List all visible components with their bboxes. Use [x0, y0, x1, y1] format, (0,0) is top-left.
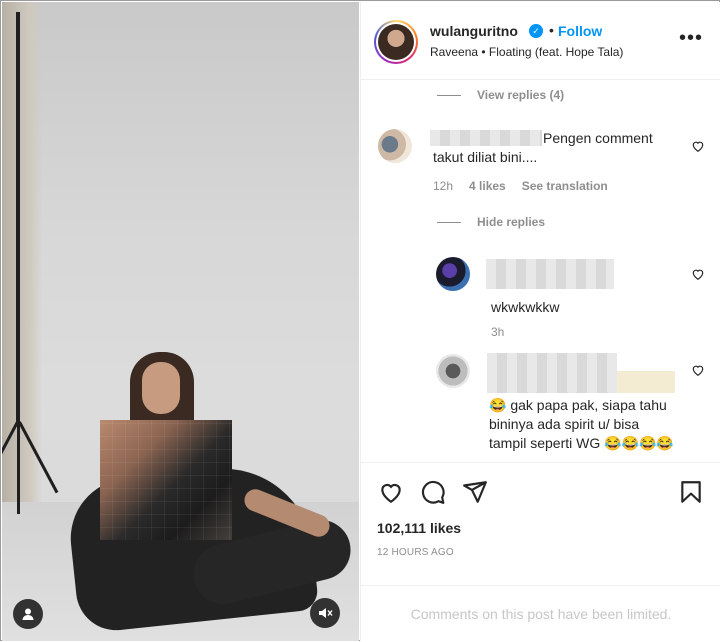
view-replies-button[interactable]: View replies (4): [437, 88, 564, 102]
post-video[interactable]: [2, 2, 359, 641]
mute-icon: [319, 608, 333, 618]
reply-avatar[interactable]: [436, 257, 470, 291]
comments-list[interactable]: View replies (4) Pengen comment takut di…: [361, 81, 720, 462]
share-icon[interactable]: [462, 479, 488, 505]
divider: [437, 94, 461, 96]
username[interactable]: wulanguritno: [430, 23, 518, 39]
reply-text: 😂 gak papa pak, siapa tahu bininya ada s…: [489, 397, 674, 451]
comments-limited-notice: Comments on this post have been limited.: [361, 585, 720, 641]
separator-dot: •: [549, 22, 554, 38]
tagged-user-button[interactable]: [13, 599, 43, 629]
reply-meta: 3h: [491, 325, 504, 339]
avatar[interactable]: [374, 20, 418, 64]
censor-pixelation: [100, 420, 232, 540]
mute-button[interactable]: [310, 598, 340, 628]
comment-meta: 12h 4 likes See translation: [433, 179, 608, 193]
post-actions: 102,111 likes 12 HOURS AGO: [361, 462, 720, 582]
comment-avatar[interactable]: [378, 129, 412, 163]
comment-time: 12h: [433, 179, 454, 193]
reply-username-redacted[interactable]: [486, 259, 614, 289]
post-side-panel: wulanguritno ✓ • Follow Raveena • Floati…: [360, 2, 720, 641]
reply-time: 3h: [491, 325, 505, 339]
audio-link[interactable]: Raveena • Floating (feat. Hope Tala): [430, 45, 623, 59]
reply-username-redacted[interactable]: [487, 353, 617, 393]
bookmark-icon[interactable]: [678, 479, 704, 505]
light-stand-leg: [17, 422, 20, 514]
user-icon: [22, 608, 34, 620]
post-frame: wulanguritno ✓ • Follow Raveena • Floati…: [0, 0, 720, 641]
likes-count[interactable]: 102,111 likes: [377, 520, 461, 536]
reply-text: wkwkwkkw: [491, 299, 560, 315]
heart-icon[interactable]: [691, 363, 705, 377]
follow-button[interactable]: Follow: [558, 23, 602, 39]
comment-icon[interactable]: [420, 479, 446, 505]
post-time: 12 HOURS AGO: [377, 547, 454, 558]
post-header: wulanguritno ✓ • Follow Raveena • Floati…: [361, 2, 720, 80]
see-translation-link[interactable]: See translation: [522, 179, 608, 193]
heart-icon[interactable]: [691, 267, 705, 281]
hide-replies-label: Hide replies: [477, 215, 546, 229]
hide-replies-button[interactable]: Hide replies: [437, 215, 545, 229]
more-icon[interactable]: •••: [679, 28, 703, 48]
view-replies-label: View replies (4): [477, 88, 565, 102]
light-stand: [16, 12, 20, 422]
verified-icon: ✓: [529, 24, 543, 38]
reply-username-redacted: [617, 371, 675, 393]
reply-avatar[interactable]: [436, 354, 470, 388]
comment-text: Pengen comment takut diliat bini....: [433, 130, 653, 165]
backdrop: [2, 2, 42, 522]
divider: [437, 221, 461, 223]
person-face: [142, 362, 180, 414]
heart-icon[interactable]: [378, 479, 404, 505]
comment-likes[interactable]: 4 likes: [469, 179, 506, 193]
heart-icon[interactable]: [691, 139, 705, 153]
